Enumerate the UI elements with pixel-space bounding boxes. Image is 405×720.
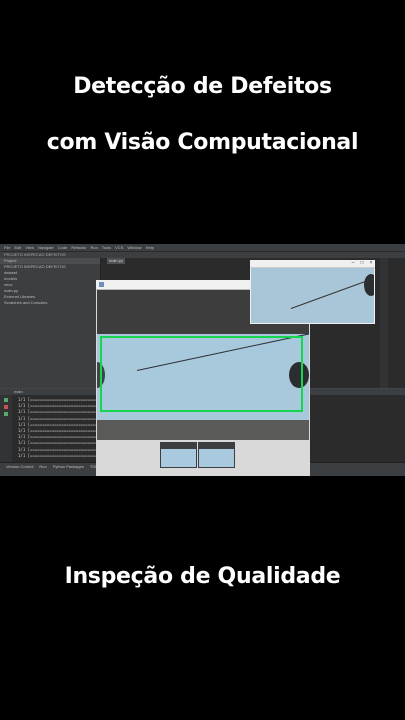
- rerun-icon[interactable]: [4, 412, 8, 416]
- taskbar-thumbnails: [160, 442, 242, 470]
- project-breadcrumb[interactable]: PROJETO INSPECAO DEFEITOS: [4, 252, 66, 257]
- maximize-icon[interactable]: □: [358, 260, 366, 267]
- stop-icon[interactable]: [4, 405, 8, 409]
- menu-item[interactable]: File: [4, 245, 10, 250]
- run-toolbar: [0, 395, 12, 463]
- project-panel: Project PROJETO INSPECAO DEFEITOS dataset…: [0, 258, 101, 388]
- run-icon[interactable]: [4, 398, 8, 402]
- menu-item[interactable]: Window: [127, 245, 141, 250]
- menu-bar: File Edit View Navigate Code Refactor Run Tools…: [0, 244, 405, 251]
- secondary-camera-frame: [251, 268, 374, 323]
- project-tree-item[interactable]: Scratches and Consoles: [0, 300, 100, 306]
- editor-scrollbar[interactable]: [380, 258, 388, 388]
- title-line-1: Detecção de Defeitos: [73, 74, 332, 99]
- close-icon[interactable]: ×: [367, 260, 375, 267]
- menu-item[interactable]: Tools: [102, 245, 111, 250]
- menu-item[interactable]: Run: [90, 245, 97, 250]
- run-tab[interactable]: main: [14, 389, 23, 394]
- window-icon: [99, 282, 104, 287]
- menu-item[interactable]: Code: [58, 245, 68, 250]
- toolbar: PROJETO INSPECAO DEFEITOS: [0, 251, 405, 258]
- status-tab[interactable]: Python Packages: [53, 464, 84, 469]
- menu-item[interactable]: Refactor: [71, 245, 86, 250]
- menu-item[interactable]: View: [25, 245, 34, 250]
- menu-item[interactable]: Edit: [14, 245, 21, 250]
- menu-item[interactable]: Navigate: [38, 245, 54, 250]
- thumbnail-1[interactable]: [160, 442, 197, 468]
- ide-screenshot: File Edit View Navigate Code Refactor Run Tools…: [0, 244, 405, 476]
- status-tab[interactable]: Version Control: [6, 464, 33, 469]
- menu-item[interactable]: Help: [146, 245, 154, 250]
- minimize-icon[interactable]: –: [349, 260, 357, 267]
- detection-bounding-box: [100, 336, 303, 412]
- bottom-title: Inspeção de Qualidade: [64, 564, 341, 589]
- thumbnail-2[interactable]: [198, 442, 235, 468]
- status-tab[interactable]: Run: [39, 464, 46, 469]
- secondary-window-titlebar[interactable]: – □ ×: [250, 260, 375, 268]
- menu-item[interactable]: VCS: [115, 245, 123, 250]
- secondary-camera-window[interactable]: – □ ×: [250, 260, 375, 324]
- title-line-2: com Visão Computacional: [46, 130, 359, 155]
- editor-tab[interactable]: main.py: [107, 258, 125, 264]
